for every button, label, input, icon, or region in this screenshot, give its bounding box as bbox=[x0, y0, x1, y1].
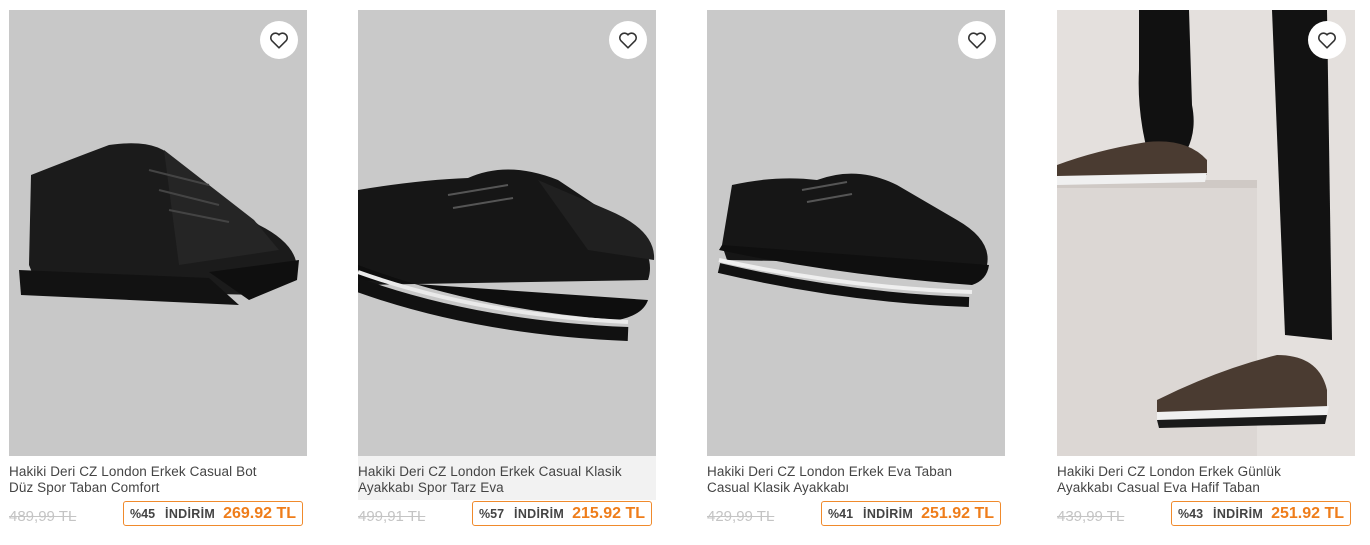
discount-badge: %43 İNDİRİM 251.92 TL bbox=[1171, 501, 1351, 526]
favorite-button[interactable] bbox=[609, 21, 647, 59]
heart-outline-icon bbox=[968, 32, 986, 49]
product-title-line: Düz Spor Taban Comfort bbox=[9, 480, 160, 495]
old-price: 489,99 TL bbox=[9, 508, 77, 525]
sale-price: 251.92 TL bbox=[921, 504, 994, 522]
discount-percent: %43 bbox=[1178, 506, 1204, 521]
heart-outline-icon bbox=[619, 32, 637, 49]
discount-percent: %45 bbox=[130, 506, 156, 521]
product-image[interactable] bbox=[358, 10, 656, 456]
black-casual-classic-shoe-image bbox=[707, 10, 1005, 456]
product-title-line: Hakiki Deri CZ London Erkek Eva Taban bbox=[707, 464, 953, 479]
product-grid: Hakiki Deri CZ London Erkek Casual Bot D… bbox=[0, 0, 1370, 545]
discount-badge: %41 İNDİRİM 251.92 TL bbox=[821, 501, 1001, 526]
discount-percent: %57 bbox=[479, 506, 505, 521]
brown-suede-shoe-on-model-image bbox=[1057, 10, 1355, 456]
favorite-button[interactable] bbox=[1308, 21, 1346, 59]
sale-price: 215.92 TL bbox=[572, 504, 645, 522]
product-title[interactable]: Hakiki Deri CZ London Erkek Casual Klasi… bbox=[358, 464, 656, 496]
favorite-button[interactable] bbox=[260, 21, 298, 59]
product-card[interactable]: Hakiki Deri CZ London Erkek Casual Bot D… bbox=[9, 10, 307, 535]
discount-percent: %41 bbox=[828, 506, 854, 521]
sale-price: 251.92 TL bbox=[1271, 504, 1344, 522]
product-title-line: Hakiki Deri CZ London Erkek Günlük bbox=[1057, 464, 1281, 479]
product-title-line: Ayakkabı Casual Eva Hafif Taban bbox=[1057, 480, 1260, 495]
product-title-line: Ayakkabı Spor Tarz Eva bbox=[358, 480, 504, 495]
product-image[interactable] bbox=[707, 10, 1005, 456]
product-title[interactable]: Hakiki Deri CZ London Erkek Günlük Ayakk… bbox=[1057, 464, 1355, 496]
product-title[interactable]: Hakiki Deri CZ London Erkek Eva Taban Ca… bbox=[707, 464, 1005, 496]
product-card[interactable]: Hakiki Deri CZ London Erkek Eva Taban Ca… bbox=[707, 10, 1005, 535]
product-card[interactable]: Hakiki Deri CZ London Erkek Günlük Ayakk… bbox=[1057, 10, 1355, 535]
product-card[interactable]: Hakiki Deri CZ London Erkek Casual Klasi… bbox=[358, 10, 656, 535]
old-price: 439,99 TL bbox=[1057, 508, 1125, 525]
old-price: 499,91 TL bbox=[358, 508, 426, 525]
discount-label: İNDİRİM bbox=[514, 506, 565, 521]
old-price: 429,99 TL bbox=[707, 508, 775, 525]
black-derby-shoe-image bbox=[358, 10, 656, 456]
favorite-button[interactable] bbox=[958, 21, 996, 59]
sale-price: 269.92 TL bbox=[223, 504, 296, 522]
product-image[interactable] bbox=[9, 10, 307, 456]
product-title-line: Hakiki Deri CZ London Erkek Casual Bot bbox=[9, 464, 257, 479]
heart-outline-icon bbox=[270, 32, 288, 49]
heart-outline-icon bbox=[1318, 32, 1336, 49]
product-title[interactable]: Hakiki Deri CZ London Erkek Casual Bot D… bbox=[9, 464, 307, 496]
discount-badge: %45 İNDİRİM 269.92 TL bbox=[123, 501, 303, 526]
product-title-line: Hakiki Deri CZ London Erkek Casual Klasi… bbox=[358, 464, 622, 479]
product-image[interactable] bbox=[1057, 10, 1355, 456]
black-high-top-boot-image bbox=[9, 10, 307, 456]
discount-label: İNDİRİM bbox=[863, 506, 914, 521]
discount-badge: %57 İNDİRİM 215.92 TL bbox=[472, 501, 652, 526]
discount-label: İNDİRİM bbox=[165, 506, 216, 521]
discount-label: İNDİRİM bbox=[1213, 506, 1264, 521]
product-title-line: Casual Klasik Ayakkabı bbox=[707, 480, 850, 495]
